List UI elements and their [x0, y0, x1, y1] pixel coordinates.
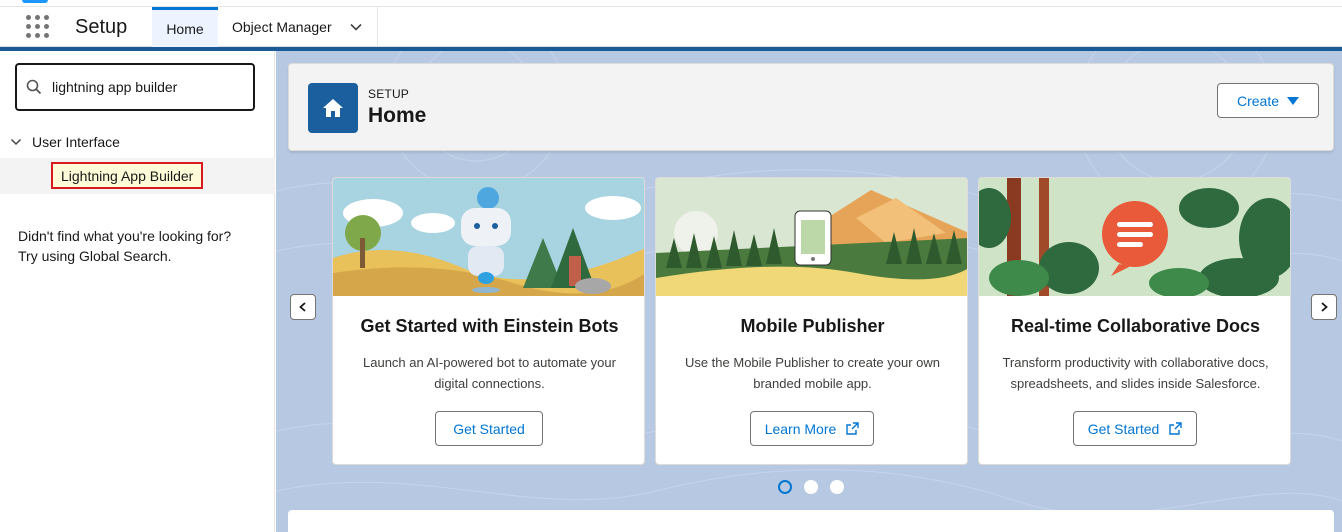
tree-node-user-interface[interactable]: User Interface — [0, 131, 275, 153]
get-started-button[interactable]: Get Started — [1073, 411, 1197, 446]
setup-home-header: SETUP Home Create — [288, 63, 1334, 151]
carousel-indicators — [778, 480, 844, 494]
tab-object-manager[interactable]: Object Manager — [218, 7, 378, 47]
external-link-icon — [846, 422, 859, 435]
tree-child-row: Lightning App Builder — [0, 158, 275, 194]
setup-sidebar: User Interface Lightning App Builder Did… — [0, 51, 275, 532]
carousel-dot-3[interactable] — [830, 480, 844, 494]
quick-find-input[interactable] — [52, 79, 242, 95]
card-title: Real-time Collaborative Docs — [1010, 316, 1261, 336]
not-found-line-2: Try using Global Search. — [18, 248, 172, 264]
tab-home[interactable]: Home — [152, 7, 218, 47]
learn-more-button[interactable]: Learn More — [750, 411, 874, 446]
tab-object-manager-label: Object Manager — [232, 19, 332, 35]
app-title: Setup — [75, 16, 128, 38]
page-title: Home — [368, 104, 427, 127]
carousel-next-button[interactable] — [1311, 294, 1337, 320]
carousel-dot-1[interactable] — [778, 480, 792, 494]
card-description: Transform productivity with collaborativ… — [1002, 355, 1269, 391]
chevron-down-icon[interactable] — [10, 136, 22, 148]
search-icon — [26, 79, 42, 95]
tree-node-label: User Interface — [32, 134, 120, 150]
caret-down-icon — [1287, 96, 1300, 105]
brand-logo-fragment — [22, 0, 48, 3]
card-description: Use the Mobile Publisher to create your … — [684, 355, 941, 391]
global-header: Setup Home Object Manager — [0, 0, 1342, 47]
card-button-label: Learn More — [764, 420, 837, 437]
mobile-publisher-illustration — [656, 178, 967, 296]
card-description: Launch an AI-powered bot to automate you… — [363, 355, 616, 391]
home-icon — [308, 83, 358, 133]
card-button-label: Get Started — [1087, 420, 1160, 437]
card-button-label: Get Started — [453, 420, 525, 437]
card-collaborative-docs: Real-time Collaborative Docs Transform p… — [978, 177, 1291, 465]
create-button[interactable]: Create — [1217, 83, 1319, 118]
card-mobile-publisher: Mobile Publisher Use the Mobile Publishe… — [655, 177, 968, 465]
create-button-label: Create — [1236, 92, 1280, 109]
card-title: Get Started with Einstein Bots — [360, 316, 619, 336]
collaborative-docs-illustration — [979, 178, 1290, 296]
card-einstein-bots: Get Started with Einstein Bots Launch an… — [332, 177, 645, 465]
einstein-bot-illustration — [333, 178, 644, 296]
app-launcher-icon[interactable] — [26, 15, 50, 39]
next-section-card — [288, 510, 1334, 532]
chevron-left-icon — [299, 302, 306, 312]
chevron-down-icon[interactable] — [349, 20, 363, 34]
tree-item-lightning-app-builder[interactable]: Lightning App Builder — [51, 162, 204, 189]
tab-home-label: Home — [166, 20, 204, 37]
header-eyebrow: SETUP — [368, 87, 410, 101]
get-started-button[interactable]: Get Started — [435, 411, 543, 446]
main-content: SETUP Home Create Get Started with Einst… — [276, 51, 1342, 532]
carousel-dot-2[interactable] — [804, 480, 818, 494]
chevron-right-icon — [1321, 302, 1328, 312]
quick-find-box[interactable] — [15, 63, 255, 111]
card-title: Mobile Publisher — [740, 316, 885, 336]
carousel-prev-button[interactable] — [290, 294, 316, 320]
external-link-icon — [1169, 422, 1182, 435]
not-found-message: Didn't find what you're looking for? Try… — [18, 226, 268, 266]
not-found-line-1: Didn't find what you're looking for? — [18, 228, 232, 244]
